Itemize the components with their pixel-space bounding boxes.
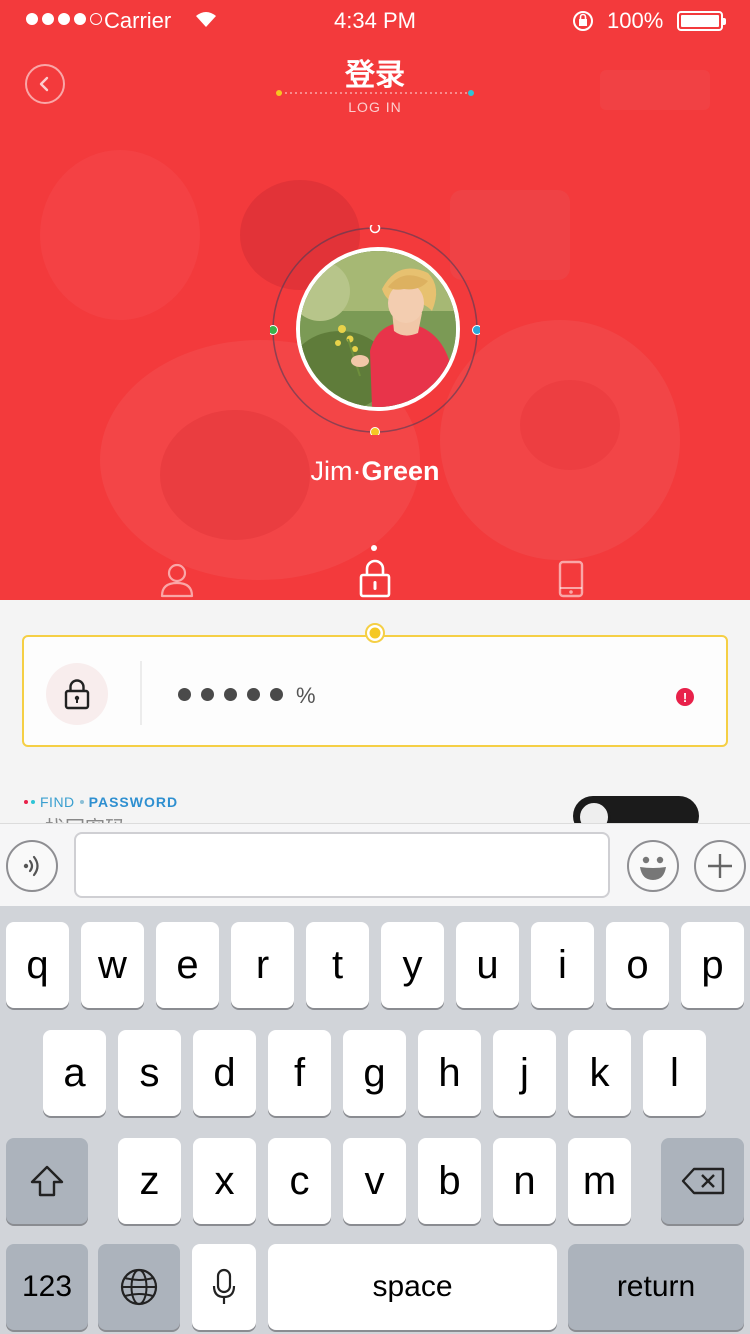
find-password-label: PASSWORD — [88, 794, 179, 810]
page-subtitle: LOG IN — [348, 99, 402, 115]
avatar[interactable] — [296, 247, 460, 411]
shift-icon — [30, 1165, 64, 1197]
key-h[interactable]: h — [418, 1030, 481, 1116]
warning-icon[interactable]: ! — [676, 688, 694, 706]
find-password-cn-label: 找回密码 — [45, 812, 125, 823]
space-key[interactable]: space — [268, 1244, 557, 1330]
key-z[interactable]: z — [118, 1138, 181, 1224]
user-last-name: Green — [361, 456, 440, 486]
globe-key[interactable] — [98, 1244, 180, 1330]
key-q[interactable]: q — [6, 922, 69, 1008]
key-k[interactable]: k — [568, 1030, 631, 1116]
warning-symbol: ! — [682, 689, 688, 705]
key-f[interactable]: f — [268, 1030, 331, 1116]
key-v[interactable]: v — [343, 1138, 406, 1224]
keyboard: 123 space return qwertyuiop asdfghjkl zxcv… — [0, 906, 750, 1334]
key-l[interactable]: l — [643, 1030, 706, 1116]
key-g[interactable]: g — [343, 1030, 406, 1116]
key-y[interactable]: y — [381, 922, 444, 1008]
key-n[interactable]: n — [493, 1138, 556, 1224]
key-b[interactable]: b — [418, 1138, 481, 1224]
password-trailing-char: % — [296, 683, 316, 708]
key-u[interactable]: u — [456, 922, 519, 1008]
lock-icon — [64, 679, 90, 710]
password-dot — [178, 688, 191, 701]
key-t[interactable]: t — [306, 922, 369, 1008]
find-password-link[interactable]: FIND PASSWORD — [24, 794, 178, 810]
key-o[interactable]: o — [606, 922, 669, 1008]
shift-key[interactable] — [6, 1138, 88, 1224]
page-title: 登录 — [345, 59, 405, 92]
key-r[interactable]: r — [231, 922, 294, 1008]
password-field-card[interactable]: % ! — [22, 635, 728, 747]
key-j[interactable]: j — [493, 1030, 556, 1116]
password-dot — [247, 688, 260, 701]
key-c[interactable]: c — [268, 1138, 331, 1224]
user-first-name: Jim — [310, 456, 353, 486]
backspace-key[interactable] — [661, 1138, 744, 1224]
login-method-tabs — [0, 540, 750, 600]
plus-button[interactable] — [694, 840, 746, 892]
masked-password — [178, 688, 283, 701]
find-password-prefix: FIND — [40, 794, 75, 810]
phone-icon — [558, 560, 584, 598]
user-name: Jim·Green — [0, 456, 750, 487]
key-d[interactable]: d — [193, 1030, 256, 1116]
battery-percent: 100% — [607, 8, 664, 33]
key-i[interactable]: i — [531, 922, 594, 1008]
password-dot — [224, 688, 237, 701]
avatar-photo — [300, 251, 456, 407]
key-e[interactable]: e — [156, 922, 219, 1008]
title-underline — [276, 90, 474, 96]
tab-password[interactable] — [355, 558, 395, 598]
tab-phone[interactable] — [551, 558, 591, 598]
dictation-key[interactable] — [192, 1244, 256, 1330]
backspace-icon — [681, 1167, 724, 1195]
key-w[interactable]: w — [81, 922, 144, 1008]
emoji-button[interactable] — [627, 840, 679, 892]
plus-icon — [708, 854, 732, 878]
numbers-key[interactable]: 123 — [6, 1244, 88, 1330]
microphone-icon — [212, 1268, 236, 1304]
active-tab-indicator — [371, 545, 377, 551]
rotation-lock-icon — [573, 11, 593, 31]
emoji-icon — [640, 856, 666, 880]
key-p[interactable]: p — [681, 922, 744, 1008]
status-bar: Carrier 4:34 PM 100% — [0, 0, 750, 40]
key-m[interactable]: m — [568, 1138, 631, 1224]
key-a[interactable]: a — [43, 1030, 106, 1116]
key-x[interactable]: x — [193, 1138, 256, 1224]
return-key[interactable]: return — [568, 1244, 744, 1330]
voice-button[interactable] — [6, 840, 58, 892]
field-focus-marker — [365, 623, 385, 643]
user-icon — [160, 563, 194, 598]
field-divider — [140, 661, 142, 725]
voice-icon — [23, 855, 39, 877]
message-input-bar — [0, 823, 750, 906]
message-input[interactable] — [74, 832, 610, 898]
password-dot — [201, 688, 214, 701]
lock-icon — [359, 559, 391, 598]
globe-icon — [120, 1268, 158, 1306]
battery-icon — [677, 11, 726, 31]
password-dot — [270, 688, 283, 701]
key-s[interactable]: s — [118, 1030, 181, 1116]
hero-background: Carrier 4:34 PM 100% 登录 LOG IN Jim·Green — [0, 0, 750, 600]
password-lock-badge — [46, 663, 108, 725]
tab-account[interactable] — [157, 558, 197, 598]
